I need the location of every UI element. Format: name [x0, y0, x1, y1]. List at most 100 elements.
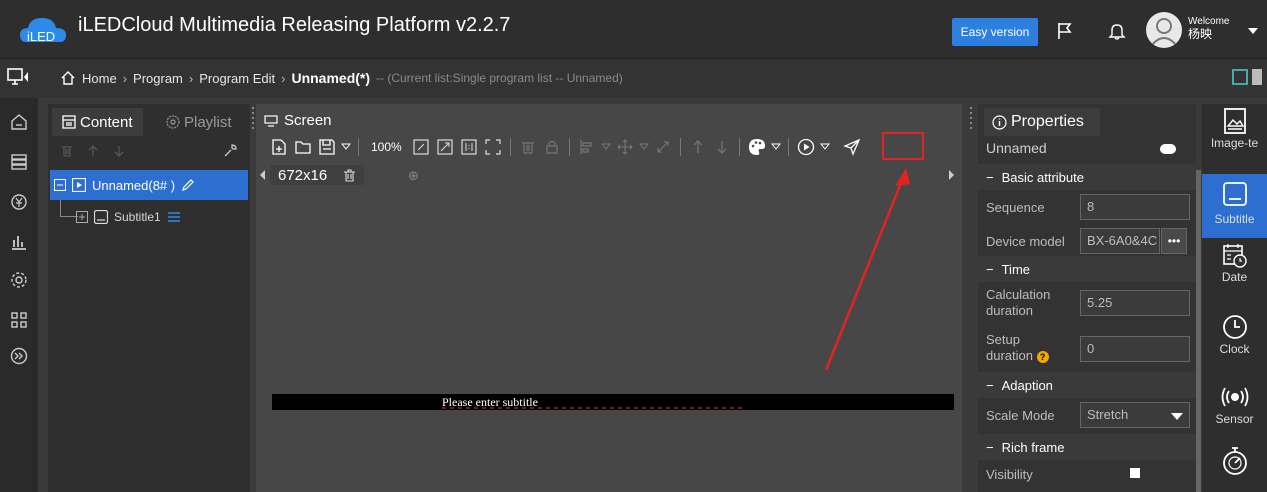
monitor-collapse-icon[interactable] — [6, 65, 30, 89]
layer-down-icon[interactable] — [711, 136, 733, 158]
date-icon — [1222, 244, 1247, 268]
new-program-icon[interactable] — [268, 136, 290, 158]
flag-icon[interactable] — [1052, 18, 1078, 44]
resize-icon[interactable] — [652, 136, 674, 158]
wrench-icon[interactable] — [222, 143, 238, 159]
visibility-label: Visibility — [986, 467, 1033, 482]
help-icon[interactable]: ? — [1036, 351, 1049, 363]
expand-nav-icon[interactable] — [7, 344, 31, 368]
lock-icon[interactable] — [541, 136, 563, 158]
align-icon[interactable] — [576, 136, 598, 158]
section-basic-attribute[interactable]: − Basic attribute — [978, 164, 1196, 190]
component-label: Date — [1221, 270, 1248, 284]
component-timer[interactable] — [1202, 444, 1267, 492]
expand-icon[interactable] — [76, 211, 88, 223]
fit-screen-icon[interactable] — [410, 136, 432, 158]
timer-icon — [1222, 447, 1247, 475]
section-title: Time — [1001, 261, 1030, 277]
component-subtitle[interactable]: Subtitle — [1202, 174, 1267, 238]
apps-nav-icon[interactable] — [7, 308, 31, 332]
send-program-icon[interactable] — [841, 136, 863, 158]
layer-up-icon[interactable] — [687, 136, 709, 158]
sequence-label: Sequence — [986, 200, 1045, 215]
user-avatar[interactable] — [1146, 12, 1182, 48]
scroll-left-icon[interactable] — [260, 170, 266, 180]
panel-toggle-icon[interactable] — [1232, 69, 1248, 85]
tab-playlist[interactable]: Playlist — [166, 108, 232, 136]
properties-scrollbar[interactable] — [1196, 170, 1201, 492]
align-dropdown-icon[interactable] — [600, 136, 612, 158]
setup-duration-label: Setup duration ? — [986, 332, 1066, 364]
screen-tab-672x16[interactable]: 672x16 — [270, 165, 365, 185]
toolbar-divider — [358, 138, 359, 156]
device-model-field[interactable]: BX-6A0&4C — [1080, 228, 1160, 254]
tab-content[interactable]: Content — [52, 108, 143, 136]
zoom-in-icon[interactable] — [434, 136, 456, 158]
visibility-checkbox[interactable] — [1130, 468, 1140, 478]
storage-nav-icon[interactable] — [7, 150, 31, 174]
section-adaption[interactable]: − Adaption — [978, 372, 1196, 398]
delete-screen-icon[interactable] — [343, 168, 356, 182]
breadcrumb-home[interactable]: Home — [82, 71, 117, 86]
zoom-level[interactable]: 100% — [365, 140, 408, 154]
palette-dropdown-icon[interactable] — [770, 136, 782, 158]
led-stage[interactable]: Please enter subtitle — [272, 394, 954, 410]
save-icon[interactable] — [316, 136, 338, 158]
actual-size-icon[interactable] — [458, 136, 480, 158]
delete-icon[interactable] — [60, 144, 74, 158]
bell-icon[interactable] — [1104, 18, 1130, 44]
iled-logo: iLED — [20, 18, 66, 44]
palette-icon[interactable] — [746, 136, 768, 158]
move-icon[interactable] — [614, 136, 636, 158]
panel-splitter[interactable] — [968, 104, 974, 492]
tab-properties[interactable]: Properties — [984, 108, 1100, 136]
fullscreen-icon[interactable] — [482, 136, 504, 158]
delete-element-icon[interactable] — [517, 136, 539, 158]
enable-toggle[interactable] — [1160, 144, 1176, 154]
edit-pencil-icon[interactable] — [181, 178, 195, 192]
setup-duration-field[interactable]: 0 — [1080, 336, 1190, 362]
statistics-nav-icon[interactable] — [7, 230, 31, 254]
open-folder-icon[interactable] — [292, 136, 314, 158]
collapse-icon[interactable] — [54, 179, 66, 191]
add-screen-icon[interactable]: ⊕ — [408, 168, 419, 184]
top-bar: iLED iLEDCloud Multimedia Releasing Plat… — [0, 0, 1267, 58]
subtitle-icon — [1222, 182, 1247, 206]
toolbar-divider — [738, 138, 740, 156]
breadcrumb-program[interactable]: Program — [133, 71, 183, 86]
sequence-field[interactable]: 8 — [1080, 194, 1190, 220]
calculation-duration-field[interactable]: 5.25 — [1080, 290, 1190, 316]
section-rich-frame[interactable]: − Rich frame — [978, 434, 1196, 460]
device-model-more-button[interactable]: ••• — [1161, 228, 1187, 254]
user-name: 杨映 — [1188, 27, 1213, 41]
tree-item-subtitle[interactable]: Subtitle1 — [76, 204, 181, 230]
easy-version-button[interactable]: Easy version — [952, 18, 1038, 46]
scale-mode-select[interactable]: Stretch — [1080, 402, 1190, 428]
move-up-icon[interactable] — [86, 144, 100, 158]
settings-nav-icon[interactable] — [7, 268, 31, 292]
move-down-icon[interactable] — [112, 144, 126, 158]
breadcrumb: Home › Program › Program Edit › Unnamed(… — [60, 70, 623, 86]
user-menu-caret-icon[interactable] — [1248, 28, 1258, 34]
breadcrumb-program-edit[interactable]: Program Edit — [199, 71, 275, 86]
scroll-right-icon[interactable] — [948, 170, 954, 180]
panel-toggle-icon[interactable] — [1252, 69, 1262, 85]
section-time[interactable]: − Time — [978, 256, 1196, 282]
move-dropdown-icon[interactable] — [638, 136, 650, 158]
component-image-text[interactable]: Image-te — [1202, 106, 1267, 170]
list-icon[interactable] — [167, 211, 181, 223]
program-nav-icon[interactable] — [7, 110, 31, 134]
billing-nav-icon[interactable] — [7, 190, 31, 214]
logo-text: iLED — [27, 29, 55, 44]
component-date[interactable]: Date — [1202, 242, 1267, 306]
component-label: Sensor — [1215, 412, 1254, 426]
component-clock[interactable]: Clock — [1202, 312, 1267, 376]
sensor-icon — [1221, 387, 1248, 407]
component-sensor[interactable]: Sensor — [1202, 382, 1267, 446]
save-dropdown-icon[interactable] — [340, 136, 352, 158]
user-welcome[interactable]: Welcome 杨映 — [1188, 16, 1230, 40]
home-icon[interactable] — [60, 70, 76, 86]
preview-play-icon[interactable] — [795, 136, 817, 158]
tree-item-program[interactable]: Unnamed(8# ) — [50, 170, 248, 200]
preview-dropdown-icon[interactable] — [819, 136, 831, 158]
